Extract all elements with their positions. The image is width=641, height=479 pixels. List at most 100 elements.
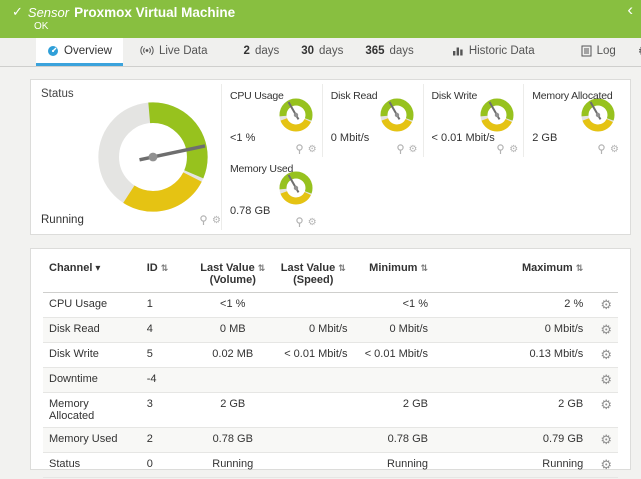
channel-gauge (479, 97, 515, 133)
gauge-card-memory-used: Memory Used 0.78 GB ⚙ (221, 157, 322, 230)
channel-name: Disk Write (43, 343, 141, 368)
tab-label: Live Data (159, 38, 208, 64)
gear-icon[interactable]: ⚙ (308, 218, 317, 228)
maximum-value: 0 Mbit/s (434, 318, 589, 343)
gear-icon[interactable]: ⚙ (212, 216, 221, 226)
table-row[interactable]: Downtime -4 ⚙ (43, 368, 618, 393)
gauge-card-disk-read: Disk Read 0 Mbit/s ⚙ (322, 84, 423, 157)
channel-gauge-cards: CPU Usage <1 % ⚙ Disk Read (221, 84, 624, 230)
channel-name: Memory Allocated (43, 393, 141, 428)
channel-name: Disk Read (43, 318, 141, 343)
channel-table: Channel▾ ID⇅ Last Value⇅ (Volume) Last V… (43, 255, 618, 478)
minimum-value (354, 368, 435, 393)
column-header-last-value-speed[interactable]: Last Value⇅ (Speed) (273, 255, 354, 293)
tab-365-days[interactable]: 365 days (354, 38, 424, 66)
sensor-status-value: Running (41, 214, 84, 226)
channel-name: CPU Usage (43, 293, 141, 318)
table-row[interactable]: Status 0 Running Running Running ⚙ (43, 453, 618, 478)
tab-30-days[interactable]: 30 days (290, 38, 354, 66)
last-value-speed (273, 393, 354, 428)
channel-id: -4 (141, 368, 193, 393)
last-value-speed (273, 453, 354, 478)
channel-settings-icon[interactable]: ⚙ (600, 322, 612, 337)
channel-table-panel: Channel▾ ID⇅ Last Value⇅ (Volume) Last V… (30, 248, 631, 470)
last-value-volume (193, 368, 274, 393)
gear-icon[interactable]: ⚙ (509, 145, 518, 155)
gear-icon[interactable]: ⚙ (610, 145, 619, 155)
pin-icon[interactable] (597, 144, 606, 155)
channel-settings-icon[interactable]: ⚙ (600, 457, 612, 472)
column-header-channel[interactable]: Channel▾ (43, 255, 141, 293)
column-header-minimum[interactable]: Minimum⇅ (354, 255, 435, 293)
gear-icon[interactable]: ⚙ (409, 145, 418, 155)
sort-icon: ⇅ (576, 263, 584, 273)
sensor-title: Proxmox Virtual Machine (74, 5, 235, 20)
table-row[interactable]: Memory Allocated 3 2 GB 2 GB 2 GB ⚙ (43, 393, 618, 428)
tab-label: Overview (64, 38, 112, 64)
last-value-speed: < 0.01 Mbit/s (273, 343, 354, 368)
channel-settings-icon[interactable]: ⚙ (600, 297, 612, 312)
channel-settings-icon[interactable]: ⚙ (600, 432, 612, 447)
tab-label: days (319, 38, 343, 64)
tab-historic-data[interactable]: Historic Data (441, 38, 546, 66)
log-document-icon (581, 45, 592, 57)
tab-2-days[interactable]: 2 days (233, 38, 291, 66)
last-value-speed: 0 Mbit/s (273, 318, 354, 343)
gauge-label: CPU Usage (230, 90, 284, 102)
minimum-value: < 0.01 Mbit/s (354, 343, 435, 368)
sort-icon: ⇅ (338, 263, 346, 273)
table-row[interactable]: Memory Used 2 0.78 GB 0.78 GB 0.79 GB ⚙ (43, 428, 618, 453)
maximum-value: 0.79 GB (434, 428, 589, 453)
pin-icon[interactable] (199, 215, 208, 226)
pin-icon[interactable] (396, 144, 405, 155)
pin-icon[interactable] (496, 144, 505, 155)
tab-label: Log (597, 38, 616, 64)
pin-icon[interactable] (295, 144, 304, 155)
last-value-volume: 0.02 MB (193, 343, 274, 368)
maximum-value: 2 GB (434, 393, 589, 428)
table-row[interactable]: CPU Usage 1 <1 % <1 % 2 % ⚙ (43, 293, 618, 318)
sort-icon: ⇅ (161, 263, 169, 273)
last-value-volume: 2 GB (193, 393, 274, 428)
column-header-last-value-volume[interactable]: Last Value⇅ (Volume) (193, 255, 274, 293)
table-header-row: Channel▾ ID⇅ Last Value⇅ (Volume) Last V… (43, 255, 618, 293)
channel-gauge (278, 170, 314, 206)
overview-gauge-icon (47, 45, 59, 57)
gear-icon[interactable]: ⚙ (308, 145, 317, 155)
tab-bar: Overview Live Data 2 days 30 days 365 da… (0, 38, 641, 67)
tab-number: 365 (365, 38, 384, 64)
collapse-header-icon[interactable]: ‹ (627, 2, 633, 18)
channel-id: 5 (141, 343, 193, 368)
channel-settings-icon[interactable]: ⚙ (600, 372, 612, 387)
last-value-speed (273, 428, 354, 453)
channel-id: 1 (141, 293, 193, 318)
last-value-volume: Running (193, 453, 274, 478)
channel-name: Memory Used (43, 428, 141, 453)
channel-settings-icon[interactable]: ⚙ (600, 397, 612, 412)
gauge-card-cpu-usage: CPU Usage <1 % ⚙ (221, 84, 322, 157)
tab-number: 2 (244, 38, 250, 64)
maximum-value: 0.13 Mbit/s (434, 343, 589, 368)
maximum-value: 2 % (434, 293, 589, 318)
table-row[interactable]: Disk Read 4 0 MB 0 Mbit/s 0 Mbit/s 0 Mbi… (43, 318, 618, 343)
tab-live-data[interactable]: Live Data (129, 38, 219, 66)
minimum-value: Running (354, 453, 435, 478)
table-row[interactable]: Disk Write 5 0.02 MB < 0.01 Mbit/s < 0.0… (43, 343, 618, 368)
tab-label: Historic Data (469, 38, 535, 64)
tab-overview[interactable]: Overview (36, 38, 123, 66)
gauge-value: <1 % (230, 132, 255, 144)
tab-label: days (390, 38, 414, 64)
gauge-label: Memory Allocated (532, 90, 612, 102)
column-header-id[interactable]: ID⇅ (141, 255, 193, 293)
tab-settings[interactable]: ⚙ Settings (627, 38, 641, 66)
minimum-value: 2 GB (354, 393, 435, 428)
pin-icon[interactable] (295, 217, 304, 228)
tab-log[interactable]: Log (570, 38, 627, 66)
column-header-maximum[interactable]: Maximum⇅ (434, 255, 589, 293)
gauge-value: 0.78 GB (230, 205, 270, 217)
channel-settings-icon[interactable]: ⚙ (600, 347, 612, 362)
channel-id: 4 (141, 318, 193, 343)
minimum-value: 0 Mbit/s (354, 318, 435, 343)
historic-data-chart-icon (452, 45, 464, 56)
channel-name: Status (43, 453, 141, 478)
